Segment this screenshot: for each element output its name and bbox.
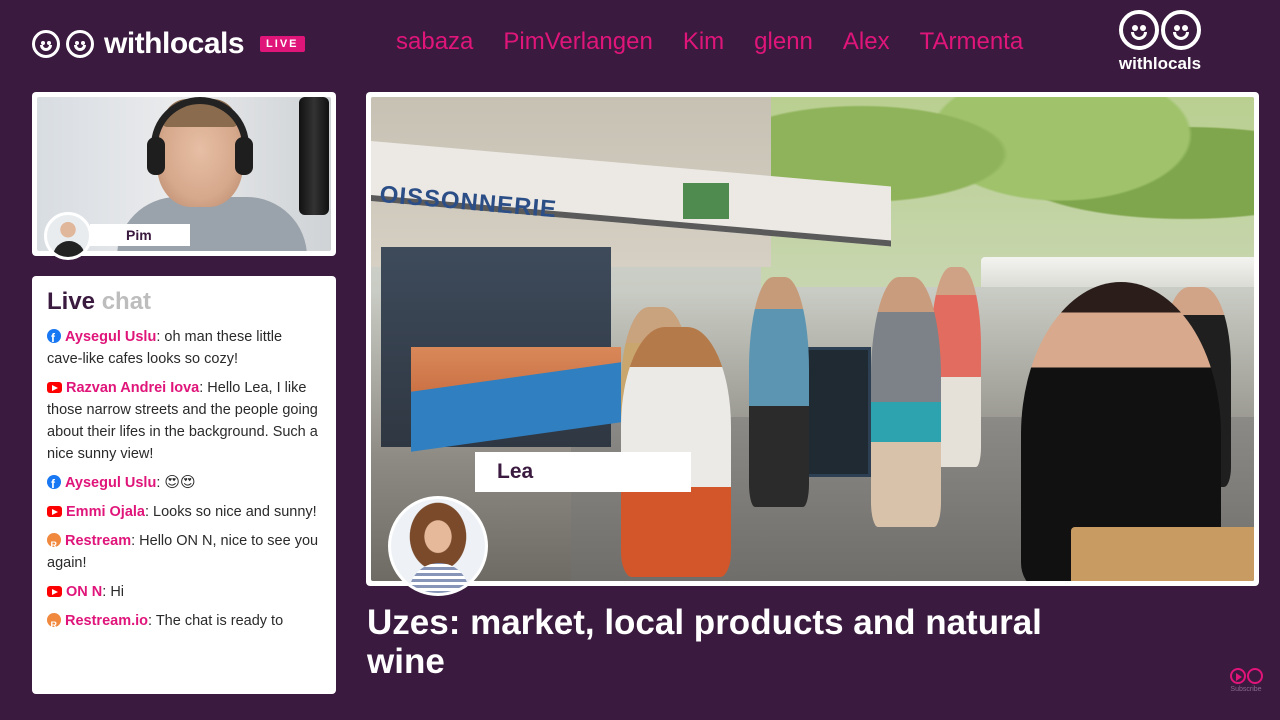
youtube-icon [47, 382, 62, 393]
chat-message: Aysegul Uslu: 😍😍 [47, 472, 321, 495]
chat-author: Razvan Andrei Iova [66, 380, 200, 396]
guest-name: glenn [754, 28, 813, 55]
smiley-icon [1246, 668, 1263, 684]
smiley-icon [32, 30, 60, 58]
facebook-icon [47, 327, 61, 349]
restream-icon [47, 533, 61, 556]
chat-text: The chat is ready to [155, 613, 284, 629]
chat-text: Hi [110, 584, 125, 600]
corner-logo: withlocals [1112, 10, 1208, 80]
guest-name: sabaza [396, 28, 474, 55]
smiley-icon [66, 30, 94, 58]
chat-message: Emmi Ojala: Looks so nice and sunny! [47, 501, 321, 523]
chat-author: Restream.io [65, 613, 149, 629]
microphone-icon [299, 97, 329, 215]
live-badge: LIVE [260, 36, 305, 52]
chat-message-list: Aysegul Uslu: oh man these little cave-l… [47, 326, 321, 636]
chat-message: Restream: Hello ON N, nice to see you ag… [47, 530, 321, 574]
smiley-icon [1161, 10, 1201, 50]
host-webcam: Pim [32, 92, 336, 260]
chat-text: Looks so nice and sunny! [153, 504, 317, 520]
presenter-avatar [388, 496, 488, 596]
chat-author: Aysegul Uslu [65, 329, 157, 345]
chat-message: Aysegul Uslu: oh man these little cave-l… [47, 326, 321, 370]
shopper [871, 277, 941, 527]
brand-logo: withlocals LIVE [32, 26, 305, 62]
chat-author: ON N [66, 584, 103, 600]
facebook-icon [47, 473, 61, 495]
play-icon [1229, 668, 1246, 684]
guest-name: PimVerlangen [503, 28, 653, 55]
guest-name: Kim [682, 28, 725, 55]
chat-message: Restream.io: The chat is ready to [47, 610, 321, 636]
guest-list: sabaza PimVerlangen Kim glenn Alex TArme… [396, 28, 1023, 56]
host-avatar [44, 212, 92, 260]
shopper [749, 277, 809, 507]
host-name-tag: Pim [90, 224, 190, 246]
subscribe-button[interactable]: Subscribe [1226, 668, 1266, 702]
corner-brand-name: withlocals [1118, 54, 1202, 73]
smiley-icon [1119, 10, 1159, 50]
chat-title: Live chat [47, 288, 152, 315]
chat-author: Restream [65, 533, 132, 549]
live-chat-panel: Live chat Aysegul Uslu: oh man these lit… [32, 276, 336, 694]
shop-sign [683, 183, 729, 219]
chalkboard-sign [801, 347, 871, 477]
youtube-icon [47, 506, 62, 517]
subscribe-label: Subscribe [1230, 686, 1262, 693]
chat-text: 😍😍 [164, 474, 196, 491]
brand-name: withlocals [104, 27, 245, 60]
presenter-name-tag: Lea [475, 452, 691, 492]
main-video-frame: OISSONNERIE [366, 92, 1259, 586]
chat-message: Razvan Andrei Iova: Hello Lea, I like th… [47, 380, 318, 462]
youtube-icon [47, 586, 62, 597]
chat-message: ON N: Hi [47, 581, 321, 603]
chat-author: Aysegul Uslu [65, 475, 157, 491]
guest-name: TArmenta [919, 28, 1024, 55]
guest-name: Alex [842, 28, 890, 55]
restream-icon [47, 613, 61, 636]
basket [1071, 527, 1254, 581]
chat-author: Emmi Ojala [66, 504, 145, 520]
market-video-feed: OISSONNERIE [371, 97, 1254, 581]
stream-title: Uzes: market, local products and natural… [367, 603, 1042, 681]
